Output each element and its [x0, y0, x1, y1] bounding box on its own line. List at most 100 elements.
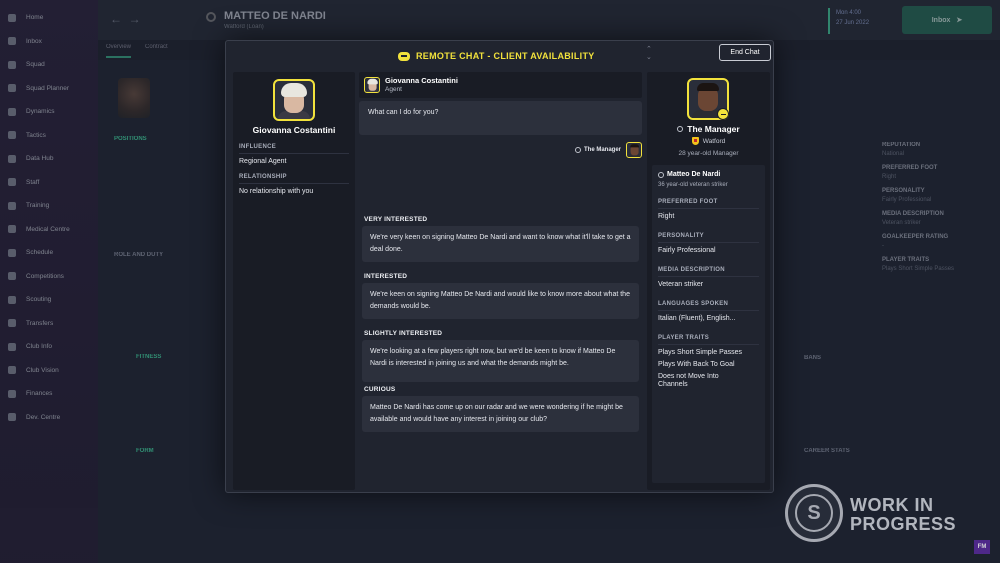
option-curious[interactable]: Matteo De Nardi has come up on our radar…: [362, 396, 639, 432]
nav-item-dynamics[interactable]: Dynamics: [0, 100, 98, 124]
chevron-up-down-icon[interactable]: ⌃ ⌄: [646, 46, 652, 62]
role-duty-label: ROLE AND DUTY: [114, 252, 164, 258]
back-forward-arrows-icon[interactable]: ← →: [110, 12, 141, 26]
manager-club[interactable]: Watford: [647, 137, 770, 145]
trait-item: Plays With Back To Goal: [658, 361, 735, 368]
player-name-heading: MATTEO DE NARDI: [224, 10, 326, 22]
nav-item-inbox[interactable]: Inbox: [0, 30, 98, 54]
manager-age: 28 year-old Manager: [678, 150, 739, 157]
player-photo: [118, 78, 150, 118]
chat-badge-icon: [717, 108, 729, 120]
agent-profile-panel: Giovanna Costantini INFLUENCE Regional A…: [233, 72, 355, 490]
agent-name[interactable]: Giovanna Costantini: [233, 125, 355, 135]
option-label-slightly-interested: SLIGHTLY INTERESTED: [364, 330, 443, 337]
nav-item-tactics[interactable]: Tactics: [0, 124, 98, 148]
nav-item-medical-centre[interactable]: Medical Centre: [0, 218, 98, 242]
scouting-icon: [8, 295, 16, 304]
club-info-icon: [8, 342, 16, 351]
planner-icon: [8, 84, 16, 93]
trophy-icon: [8, 272, 16, 281]
nav-item-squad-planner[interactable]: Squad Planner: [0, 77, 98, 101]
profile-tabs: Overview Contract: [106, 44, 168, 58]
manager-name: The Manager: [647, 124, 770, 134]
agent-mini-avatar: [364, 77, 380, 93]
nav-item-scouting[interactable]: Scouting: [0, 288, 98, 312]
remote-chat-modal: REMOTE CHAT - CLIENT AVAILABILITY ⌃ ⌄ End…: [225, 40, 774, 493]
data-hub-icon: [8, 154, 16, 163]
manager-reply-tag: The Manager: [574, 142, 642, 158]
dev-centre-icon: [8, 413, 16, 422]
dynamics-icon: [8, 107, 16, 116]
option-slightly-interested[interactable]: We're looking at a few players right now…: [362, 340, 639, 382]
sports-interactive-logo: S: [785, 484, 843, 542]
nav-item-club-vision[interactable]: Club Vision: [0, 359, 98, 383]
manager-mini-avatar: [626, 142, 642, 158]
nav-item-schedule[interactable]: Schedule: [0, 241, 98, 265]
finances-icon: [8, 389, 16, 398]
work-in-progress-watermark: WORK IN PROGRESS: [850, 495, 957, 534]
positions-label: POSITIONS: [114, 136, 147, 142]
person-icon: [658, 171, 664, 178]
person-icon: [574, 147, 581, 153]
subject-player-card: Matteo De Nardi 36 year-old veteran stri…: [652, 165, 765, 483]
person-icon: [677, 126, 684, 132]
nav-item-finances[interactable]: Finances: [0, 382, 98, 406]
tab-contract[interactable]: Contract: [145, 44, 168, 58]
nav-item-transfers[interactable]: Transfers: [0, 312, 98, 336]
club-crest-icon: [691, 137, 699, 145]
attribute-values: [858, 150, 868, 230]
form-label: FORM: [136, 448, 154, 454]
bans-label: BANS: [804, 355, 822, 361]
nav-item-squad[interactable]: Squad: [0, 53, 98, 77]
subject-player-name[interactable]: Matteo De Nardi: [658, 171, 720, 178]
chat-agent-role: Agent: [385, 86, 402, 93]
nav-item-data-hub[interactable]: Data Hub: [0, 147, 98, 171]
player-info-list: REPUTATION National PREFERRED FOOT Right…: [882, 142, 955, 272]
agent-avatar[interactable]: [273, 79, 315, 121]
game-date[interactable]: Mon 4:00 27 Jun 2022: [828, 8, 888, 34]
chat-panel: Giovanna Costantini Agent What can I do …: [359, 72, 642, 490]
nav-item-training[interactable]: Training: [0, 194, 98, 218]
personality-block: PERSONALITY Fairly Professional: [658, 233, 759, 254]
option-label-interested: INTERESTED: [364, 273, 408, 280]
nav-item-competitions[interactable]: Competitions: [0, 265, 98, 289]
continue-arrow-icon: ➤: [956, 17, 963, 24]
chat-icon: [398, 51, 410, 61]
career-stats-label: CAREER STATS: [804, 448, 850, 454]
player-club-subtitle: Watford (Loan): [224, 24, 264, 30]
trait-item: Does not Move Into Channels: [658, 373, 719, 388]
subject-player-description: 36 year-old veteran striker: [658, 182, 728, 188]
continue-button[interactable]: Inbox ➤: [902, 6, 992, 34]
nav-item-home[interactable]: Home: [0, 6, 98, 30]
languages-block: LANGUAGES SPOKEN Italian (Fluent), Engli…: [658, 301, 759, 322]
chat-header: Giovanna Costantini Agent: [359, 72, 642, 98]
preferred-foot-block: PREFERRED FOOT Right: [658, 199, 759, 220]
transfers-icon: [8, 319, 16, 328]
relationship-block: RELATIONSHIP No relationship with you: [239, 174, 349, 195]
staff-icon: [8, 178, 16, 187]
inbox-icon: [8, 37, 16, 46]
fitness-label: FITNESS: [136, 354, 162, 360]
option-label-curious: CURIOUS: [364, 386, 396, 393]
nav-item-dev-centre[interactable]: Dev. Centre: [0, 406, 98, 430]
tactics-icon: [8, 131, 16, 140]
nav-item-club-info[interactable]: Club Info: [0, 335, 98, 359]
squad-icon: [8, 60, 16, 69]
medical-icon: [8, 225, 16, 234]
club-vision-icon: [8, 366, 16, 375]
trait-item: Plays Short Simple Passes: [658, 349, 743, 356]
fm-logo: FM: [974, 540, 990, 554]
nav-item-staff[interactable]: Staff: [0, 171, 98, 195]
tab-overview[interactable]: Overview: [106, 44, 132, 58]
option-interested[interactable]: We're keen on signing Matteo De Nardi an…: [362, 283, 639, 319]
modal-title: REMOTE CHAT - CLIENT AVAILABILITY: [398, 51, 595, 61]
schedule-icon: [8, 248, 16, 257]
media-description-block: MEDIA DESCRIPTION Veteran striker: [658, 267, 759, 288]
influence-block: INFLUENCE Regional Agent: [239, 144, 349, 165]
option-very-interested[interactable]: We're very keen on signing Matteo De Nar…: [362, 226, 639, 262]
modal-header: REMOTE CHAT - CLIENT AVAILABILITY ⌃ ⌄ End…: [226, 41, 773, 71]
end-chat-button[interactable]: End Chat: [719, 44, 771, 61]
search-icon[interactable]: [206, 12, 216, 22]
side-navigation: Home Inbox Squad Squad Planner Dynamics …: [0, 0, 98, 563]
manager-profile-panel: The Manager Watford 28 year-old Manager …: [647, 72, 770, 490]
